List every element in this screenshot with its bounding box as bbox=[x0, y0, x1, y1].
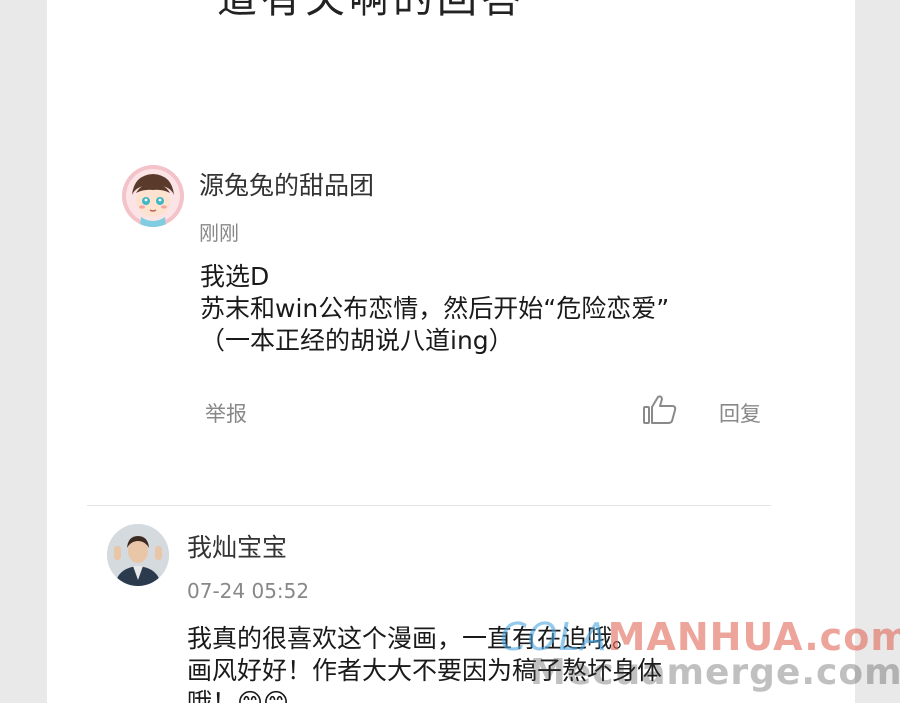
avatar-photo-icon bbox=[107, 524, 169, 586]
previous-post-heading: 道有关啊的回答 bbox=[217, 0, 525, 24]
comment-line: 画风好好！作者大大不要因为稿子熬坏身体 bbox=[187, 656, 663, 685]
avatar[interactable] bbox=[122, 165, 184, 227]
comment-content: 我选D 苏末和win公布恋情，然后开始“危险恋爱” （一本正经的胡说八道ing） bbox=[200, 261, 669, 357]
comment-username[interactable]: 源兔兔的甜品团 bbox=[199, 166, 374, 202]
comment-line: 苏末和win公布恋情，然后开始“危险恋爱” bbox=[200, 294, 670, 323]
comment-line: （一本正经的胡说八道ing） bbox=[200, 326, 514, 355]
comment-username[interactable]: 我灿宝宝 bbox=[187, 528, 287, 564]
avatar[interactable] bbox=[107, 524, 169, 586]
comment-timestamp: 07-24 05:52 bbox=[187, 579, 310, 603]
avatar-cartoon-icon bbox=[122, 165, 184, 227]
comment-divider bbox=[87, 505, 771, 506]
comment-content: 我真的很喜欢这个漫画，一直有在追哦。 画风好好！作者大大不要因为稿子熬坏身体 哦… bbox=[187, 623, 662, 703]
reply-button[interactable]: 回复 bbox=[719, 398, 761, 428]
comment-line: 哦！😊😊 bbox=[187, 688, 290, 703]
comment-line: 我选D bbox=[200, 262, 270, 291]
comment-timestamp: 刚刚 bbox=[199, 221, 239, 245]
comment-page: 道有关啊的回答 源兔兔的甜品团 刚刚 我选D 苏末和w bbox=[47, 0, 855, 703]
comment-line: 我真的很喜欢这个漫画，一直有在追哦。 bbox=[187, 624, 638, 653]
thumbs-up-icon[interactable] bbox=[642, 394, 678, 430]
report-button[interactable]: 举报 bbox=[205, 398, 247, 428]
